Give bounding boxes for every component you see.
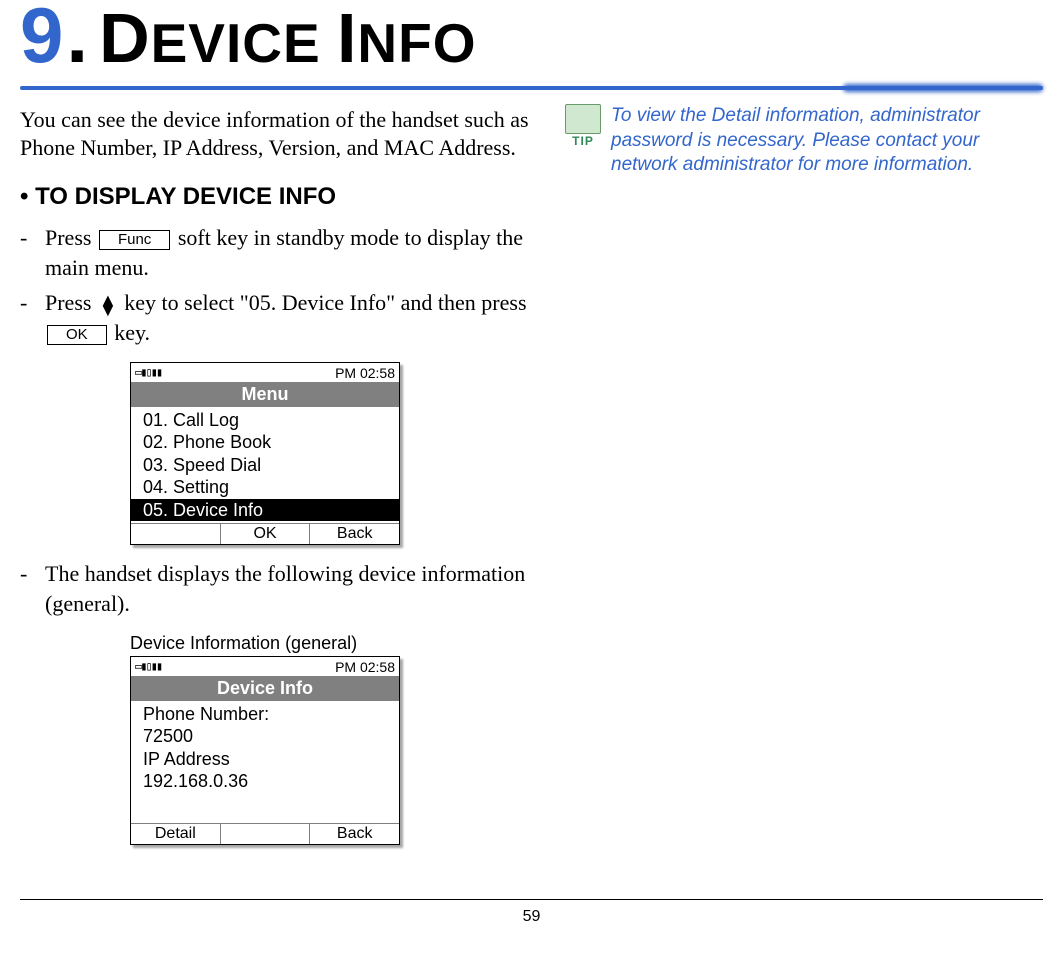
list-item: 01. Call Log (143, 409, 393, 432)
horizontal-rule (20, 86, 1043, 90)
info-line: 72500 (143, 725, 393, 748)
info-line: 192.168.0.36 (143, 770, 393, 793)
lcd-info-list: Phone Number: 72500 IP Address 192.168.0… (131, 701, 399, 823)
softkey-middle: OK (221, 524, 311, 544)
device-info-screen: Device Information (general) ▭▮▯▮▮ PM 02… (130, 633, 400, 845)
func-key: Func (99, 230, 170, 251)
screen-caption: Device Information (general) (130, 633, 400, 654)
softkey-left (131, 524, 221, 544)
clock-text: PM 02:58 (335, 659, 395, 675)
right-column: TIP To view the Detail information, admi… (565, 100, 1043, 859)
section-heading: • TO DISPLAY DEVICE INFO (20, 183, 535, 211)
lcd-menu-list: 01. Call Log 02. Phone Book 03. Speed Di… (131, 407, 399, 524)
list-item: 03. Speed Dial (143, 454, 393, 477)
left-column: You can see the device information of th… (20, 100, 535, 859)
lcd-status-bar: ▭▮▯▮▮ PM 02:58 (131, 657, 399, 676)
list-item: 04. Setting (143, 476, 393, 499)
intro-text: You can see the device information of th… (20, 106, 535, 161)
softkey-middle (221, 824, 311, 844)
chapter-dot: . (66, 0, 89, 81)
step-3: - The handset displays the following dev… (20, 559, 535, 618)
tip-label: TIP (565, 134, 601, 148)
updown-icon (99, 295, 117, 317)
tip-text: To view the Detail information, administ… (611, 104, 1043, 178)
softkey-right: Back (310, 524, 399, 544)
lcd-softkeys: OK Back (131, 523, 399, 544)
lcd-status-bar: ▭▮▯▮▮ PM 02:58 (131, 363, 399, 382)
list-item: 02. Phone Book (143, 431, 393, 454)
chapter-header: 9. DEVICE INFO (20, 0, 1043, 81)
menu-screen: ▭▮▯▮▮ PM 02:58 Menu 01. Call Log 02. Pho… (130, 362, 400, 546)
list-item-selected: 05. Device Info (131, 499, 399, 522)
lcd-title: Menu (131, 382, 399, 407)
info-line: Phone Number: (143, 703, 393, 726)
ok-key: OK (47, 325, 107, 346)
signal-battery-icon: ▭▮▯▮▮ (135, 365, 161, 381)
softkey-left: Detail (131, 824, 221, 844)
info-line: IP Address (143, 748, 393, 771)
step-2: - Press key to select "05. Device Info" … (20, 288, 535, 347)
clock-text: PM 02:58 (335, 365, 395, 381)
lcd-softkeys: Detail Back (131, 823, 399, 844)
tip-icon (565, 104, 601, 134)
page-number: 59 (523, 908, 541, 925)
signal-battery-icon: ▭▮▯▮▮ (135, 659, 161, 675)
tip-block: TIP To view the Detail information, admi… (565, 104, 1043, 178)
softkey-right: Back (310, 824, 399, 844)
step-1: - Press Func soft key in standby mode to… (20, 223, 535, 282)
lcd-title: Device Info (131, 676, 399, 701)
chapter-number: 9 (20, 0, 64, 81)
page-footer: 59 (20, 899, 1043, 926)
chapter-title: DEVICE INFO (99, 0, 476, 78)
